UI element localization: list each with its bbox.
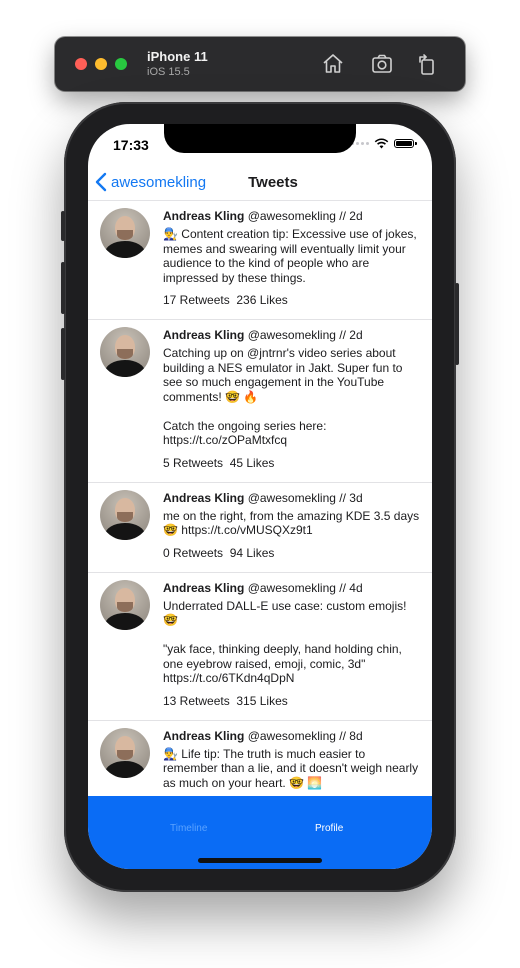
tweet-text: 👨‍🔧 Content creation tip: Excessive use … [163,227,421,285]
tweet-row[interactable]: Andreas Kling @awesomekling // 8d 👨‍🔧 Lif… [88,721,432,797]
tweet-handle[interactable]: @awesomekling [248,729,336,743]
tweet-text: me on the right, from the amazing KDE 3.… [163,508,423,538]
app-screen: 17:33 awesomekling Tweets Andreas Kling … [88,124,432,869]
tweet-text: 👨‍🔧 Life tip: The truth is much easier t… [163,746,422,790]
tweet-author: Andreas Kling [163,580,245,595]
tweet-row[interactable]: Andreas Kling @awesomekling // 4d Underra… [88,573,432,721]
tweet-stats: 0 Retweets 94 Likes [163,545,275,560]
tweet-row[interactable]: Andreas Kling @awesomekling // 2d 👨‍🔧 Con… [88,201,432,320]
tweet-stats: 17 Retweets 236 Likes [163,293,288,307]
power-button [455,283,459,365]
tab-timeline[interactable]: Timeline [170,823,207,834]
tweet-handle[interactable]: @awesomekling [248,209,336,223]
tweet-age: // 8d [339,728,363,743]
tweet-row[interactable]: Andreas Kling @awesomekling // 3d me on t… [88,483,432,573]
tweet-content: Andreas Kling @awesomekling // 4d Underra… [163,573,432,720]
tweet-stats: 5 Retweets 45 Likes [163,455,275,470]
screenshot-icon[interactable] [370,52,394,76]
notch [164,124,356,153]
page-title: Tweets [248,174,298,191]
tweet-age: // 2d [339,209,363,223]
home-indicator [198,858,322,863]
tweet-header: Andreas Kling @awesomekling // 2d [163,208,420,225]
tweet-author: Andreas Kling [163,728,245,743]
tweet-text: Catching up on @jntrnr's video series ab… [163,346,403,447]
volume-down-button [61,328,65,380]
tweet-handle[interactable]: @awesomekling [248,581,336,595]
wifi-icon [374,138,389,149]
status-indicators [351,138,417,149]
simulator-toolbar: iPhone 11 iOS 15.5 [55,37,465,91]
zoom-window-button[interactable] [115,58,127,70]
tweet-content: Andreas Kling @awesomekling // 3d me on t… [163,483,432,572]
status-time: 17:33 [113,137,149,153]
avatar[interactable] [100,579,150,630]
avatar[interactable] [100,727,150,778]
mute-switch [61,211,65,241]
volume-up-button [61,262,65,314]
avatar[interactable] [100,327,150,377]
home-icon[interactable] [321,52,345,76]
tweet-text: Underrated DALL-E use case: custom emoji… [163,598,407,686]
tweet-header: Andreas Kling @awesomekling // 8d [163,728,420,745]
tweet-header: Andreas Kling @awesomekling // 2d [163,327,420,344]
tweet-header: Andreas Kling @awesomekling // 3d [163,490,420,507]
tweet-author: Andreas Kling [163,328,245,342]
cellular-signal-icon [351,142,369,145]
close-window-button[interactable] [75,58,87,70]
tweet-list[interactable]: Andreas Kling @awesomekling // 2d 👨‍🔧 Con… [88,201,432,796]
tweet-author: Andreas Kling [163,209,245,223]
battery-icon [394,139,417,148]
tweet-age: // 4d [339,580,363,595]
tweet-stats: 13 Retweets 315 Likes [163,693,288,708]
rotate-icon[interactable] [415,52,439,76]
tweet-content: Andreas Kling @awesomekling // 8d 👨‍🔧 Lif… [163,721,432,797]
minimize-window-button[interactable] [95,58,107,70]
tweet-handle[interactable]: @awesomekling [248,491,336,505]
navigation-bar: awesomekling Tweets [88,164,432,201]
tweet-content: Andreas Kling @awesomekling // 2d 👨‍🔧 Con… [163,201,432,319]
avatar[interactable] [100,208,150,258]
tweet-author: Andreas Kling [163,490,245,505]
tweet-age: // 3d [339,490,363,505]
tweet-handle[interactable]: @awesomekling [248,328,336,342]
device-name: iPhone 11 [147,49,208,64]
avatar[interactable] [100,489,150,540]
tweet-age: // 2d [339,328,363,342]
tweet-row[interactable]: Andreas Kling @awesomekling // 2d Catchin… [88,320,432,483]
tweet-content: Andreas Kling @awesomekling // 2d Catchin… [163,320,432,482]
tab-profile[interactable]: Profile [315,823,343,834]
tweet-header: Andreas Kling @awesomekling // 4d [163,580,420,597]
device-os-version: iOS 15.5 [147,66,190,78]
